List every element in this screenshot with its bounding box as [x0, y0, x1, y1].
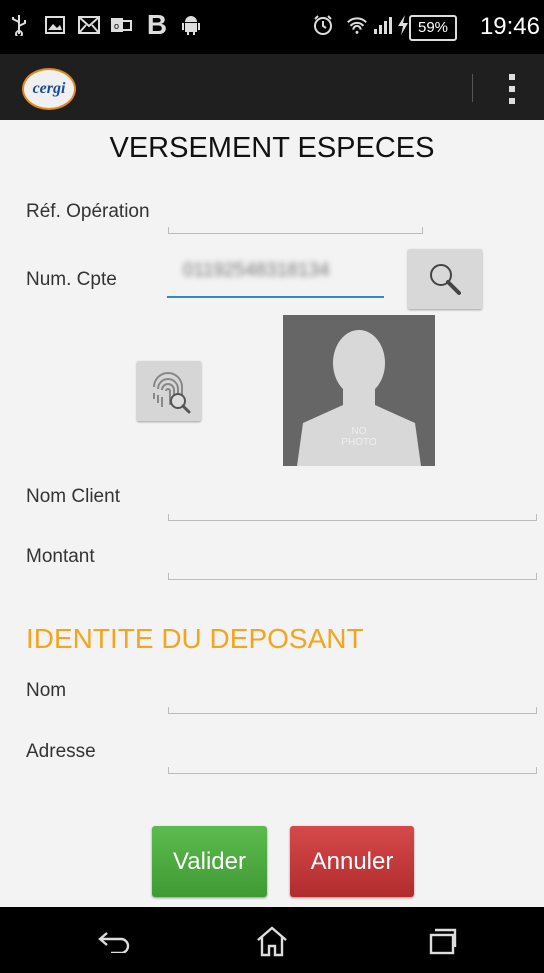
nom-client-field[interactable]: [168, 514, 537, 521]
num-cpte-value: 01192548318134: [183, 260, 330, 281]
battery-level: 59%: [409, 15, 457, 41]
alarm-icon: [312, 14, 334, 36]
recents-icon[interactable]: [422, 924, 462, 958]
status-bar: o B 59% 19:46: [0, 0, 544, 54]
outlook-icon: o: [110, 14, 132, 36]
back-icon[interactable]: [94, 924, 134, 958]
navigation-bar: [0, 907, 544, 973]
valider-button[interactable]: Valider: [152, 826, 267, 897]
search-account-button[interactable]: [408, 249, 482, 309]
mail-icon: [78, 14, 100, 36]
clock: 19:46: [479, 13, 540, 40]
image-icon: [44, 14, 66, 36]
home-icon[interactable]: [252, 924, 292, 958]
montant-field[interactable]: [168, 573, 537, 580]
client-photo: NO PHOTO: [283, 315, 435, 466]
depositor-section-title: IDENTITE DU DEPOSANT: [26, 623, 364, 654]
adresse-field[interactable]: [168, 767, 537, 774]
nom-label: Nom: [26, 680, 67, 701]
svg-text:o: o: [114, 21, 119, 31]
page-title: VERSEMENT ESPECES: [109, 132, 435, 164]
ref-operation-field[interactable]: [168, 227, 423, 234]
usb-icon: [8, 14, 30, 36]
action-bar-divider: [472, 74, 473, 102]
wifi-icon: [346, 14, 368, 36]
b-app-icon: B: [146, 9, 168, 40]
fingerprint-search-button[interactable]: [137, 361, 201, 421]
app-logo[interactable]: cergi: [22, 68, 76, 110]
num-cpte-field[interactable]: 01192548318134: [167, 252, 384, 298]
signal-icon: [372, 14, 394, 36]
num-cpte-label: Num. Cpte: [26, 269, 117, 290]
adresse-label: Adresse: [26, 741, 96, 762]
android-icon: [180, 14, 202, 36]
ref-operation-label: Réf. Opération: [26, 201, 150, 222]
app-logo-text: cergi: [32, 80, 66, 97]
search-icon: [430, 264, 461, 295]
nom-field[interactable]: [168, 707, 537, 714]
montant-label: Montant: [26, 546, 95, 567]
no-photo-text: NO PHOTO: [341, 426, 377, 448]
annuler-button[interactable]: Annuler: [290, 826, 414, 897]
action-bar: cergi: [0, 54, 544, 120]
overflow-menu-icon[interactable]: [505, 74, 519, 104]
fingerprint-icon: [153, 372, 191, 414]
nom-client-label: Nom Client: [26, 486, 120, 507]
